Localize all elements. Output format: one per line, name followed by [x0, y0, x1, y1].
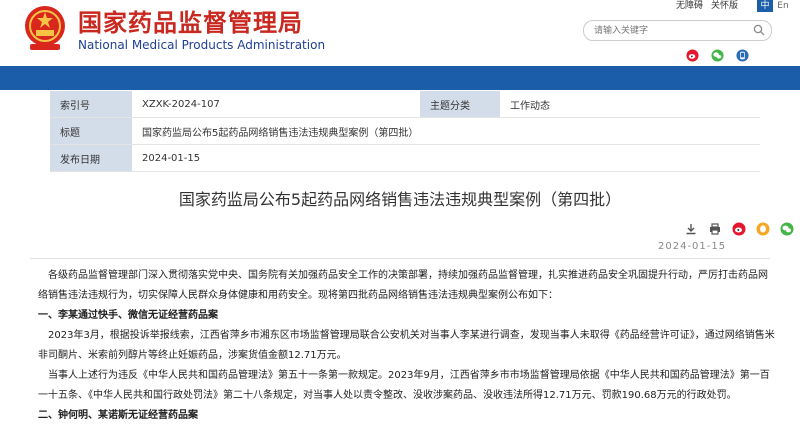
- site-header: 国家药品监督管理局 National Medical Products Admi…: [0, 0, 800, 66]
- topic-label: 主题分类: [420, 91, 500, 118]
- article-date: 2024-01-15: [658, 241, 727, 252]
- site-name-en: National Medical Products Administration: [78, 38, 326, 52]
- search-input[interactable]: [594, 21, 744, 40]
- print-icon[interactable]: [708, 222, 722, 236]
- article-title: 国家药监局公布5起药品网络销售违法违规典型案例（第四批）: [178, 190, 622, 209]
- title-label: 标题: [50, 117, 132, 145]
- site-name-cn[interactable]: 国家药品监督管理局: [78, 9, 303, 37]
- search-box[interactable]: [583, 20, 772, 41]
- paragraph: 当事人上述行为违反《中华人民共和国药品管理法》第五十一条第一款规定。2023年9…: [38, 370, 770, 401]
- index-value: XZXK-2024-107: [132, 91, 420, 118]
- table-row: 发布日期 2024-01-15: [50, 144, 760, 172]
- weibo-icon[interactable]: [686, 49, 699, 62]
- divider: [30, 258, 770, 259]
- care-mode-link[interactable]: 关怀版: [711, 1, 738, 11]
- article-body: 各级药品监督管理部门深入贯彻落实党中央、国务院有关加强药品安全工作的决策部署，持…: [38, 266, 776, 426]
- table-row: 索引号 XZXK-2024-107 主题分类 工作动态: [50, 91, 760, 118]
- topic-value: 工作动态: [500, 91, 760, 118]
- date-label: 发布日期: [50, 144, 132, 172]
- social-links: [686, 45, 756, 62]
- article-tools: [679, 218, 794, 237]
- meta-table: 索引号 XZXK-2024-107 主题分类 工作动态 标题 国家药监局公布5起…: [50, 91, 760, 172]
- lang-en-button[interactable]: En: [775, 0, 791, 12]
- national-emblem-icon: [25, 6, 65, 50]
- paragraph: 2023年3月，根据投诉举报线索，江西省萍乡市湘东区市场监督管理局联合公安机关对…: [38, 330, 775, 361]
- qq-share-icon[interactable]: [756, 222, 770, 236]
- search-icon[interactable]: [753, 24, 765, 36]
- index-label: 索引号: [50, 91, 132, 118]
- section-heading: 二、钟何明、某诺斯无证经营药品案: [38, 410, 198, 421]
- section-heading: 一、李某通过快手、微信无证经营药品案: [38, 310, 218, 321]
- nav-bar: [0, 66, 800, 90]
- paragraph: 各级药品监督管理部门深入贯彻落实党中央、国务院有关加强药品安全工作的决策部署，持…: [38, 270, 768, 301]
- title-value: 国家药监局公布5起药品网络销售违法违规典型案例（第四批）: [132, 117, 760, 145]
- wechat-icon[interactable]: [711, 49, 724, 62]
- app-icon[interactable]: [736, 49, 749, 62]
- weibo-share-icon[interactable]: [732, 222, 746, 236]
- lang-cn-button[interactable]: 中: [757, 0, 773, 12]
- date-value: 2024-01-15: [132, 144, 760, 172]
- accessibility-link[interactable]: 无障碍: [676, 1, 703, 11]
- wechat-share-icon[interactable]: [780, 222, 794, 236]
- download-icon[interactable]: [684, 222, 698, 236]
- table-row: 标题 国家药监局公布5起药品网络销售违法违规典型案例（第四批）: [50, 117, 760, 145]
- top-links: 无障碍 关怀版: [676, 0, 746, 12]
